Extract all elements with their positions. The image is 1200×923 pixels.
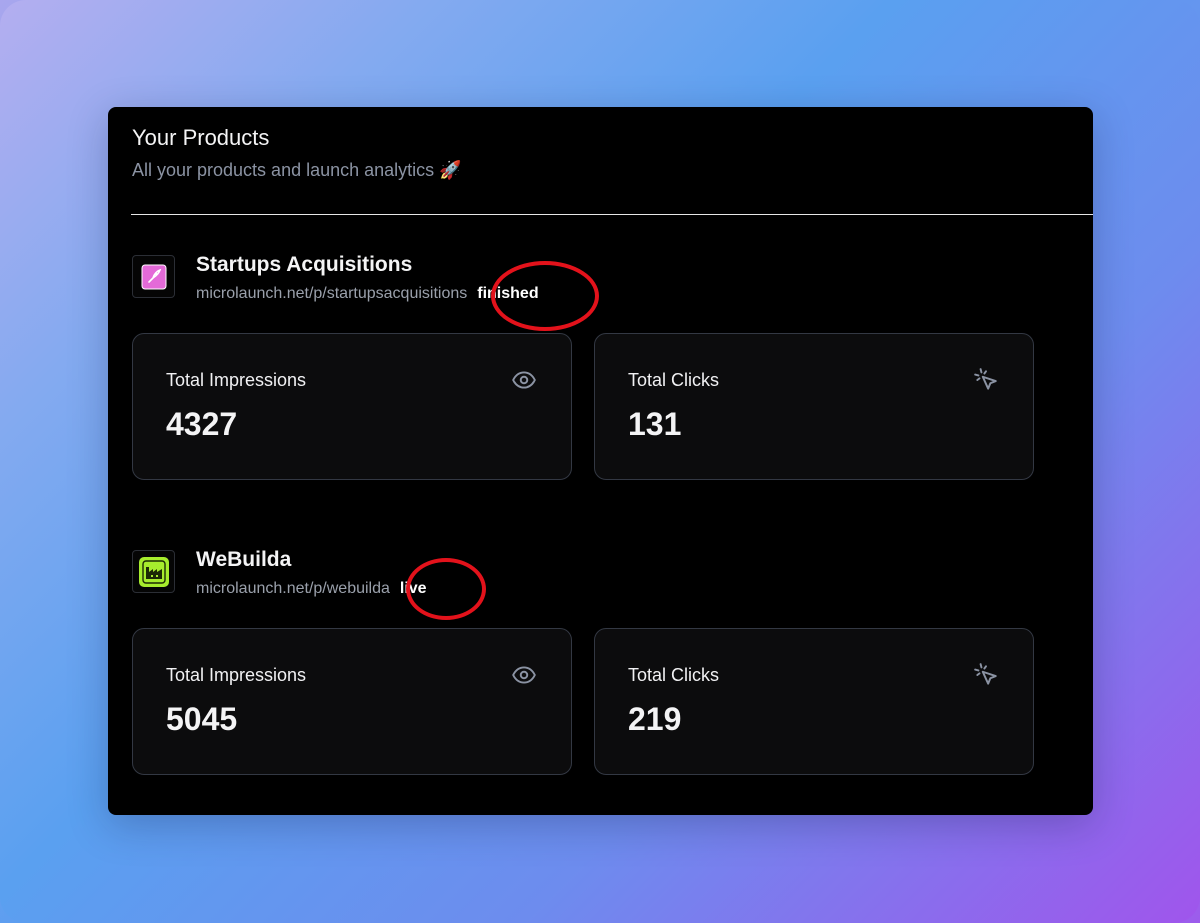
product-name[interactable]: Startups Acquisitions [196,253,412,277]
product-url-row: microlaunch.net/p/startupsacquisitions f… [196,285,539,303]
card-value: 219 [628,701,682,737]
highlight-circle [491,261,599,331]
card-label: Total Clicks [628,370,720,390]
cursor-click-icon [974,368,997,390]
background-frame: Your Products All your products and laun… [0,0,1200,923]
eye-icon [512,666,536,684]
product-url-row: microlaunch.net/p/webuilda live [196,580,427,598]
product-logo[interactable] [132,255,175,298]
eye-icon [512,371,536,389]
card-label: Total Impressions [166,665,307,685]
card-label: Total Impressions [166,370,307,390]
impressions-card: Total Impressions 4327 [132,333,572,480]
product-logo[interactable] [132,550,175,593]
factory-icon [138,556,169,587]
products-panel: Your Products All your products and laun… [108,107,1093,815]
card-label: Total Clicks [628,665,720,685]
product-name[interactable]: WeBuilda [196,548,291,572]
card-value: 131 [628,406,682,442]
product-url[interactable]: microlaunch.net/p/webuilda [196,580,390,598]
clicks-card: Total Clicks 219 [594,628,1034,775]
impressions-card: Total Impressions 5045 [132,628,572,775]
card-value: 5045 [166,701,238,737]
divider [131,214,1093,215]
rocket-icon [141,264,166,289]
page-title: Your Products [132,125,270,150]
page-subtitle: All your products and launch analytics 🚀 [132,160,462,180]
product-url[interactable]: microlaunch.net/p/startupsacquisitions [196,285,467,303]
cursor-click-icon [974,663,997,685]
highlight-circle [406,558,486,620]
clicks-card: Total Clicks 131 [594,333,1034,480]
card-value: 4327 [166,406,238,442]
